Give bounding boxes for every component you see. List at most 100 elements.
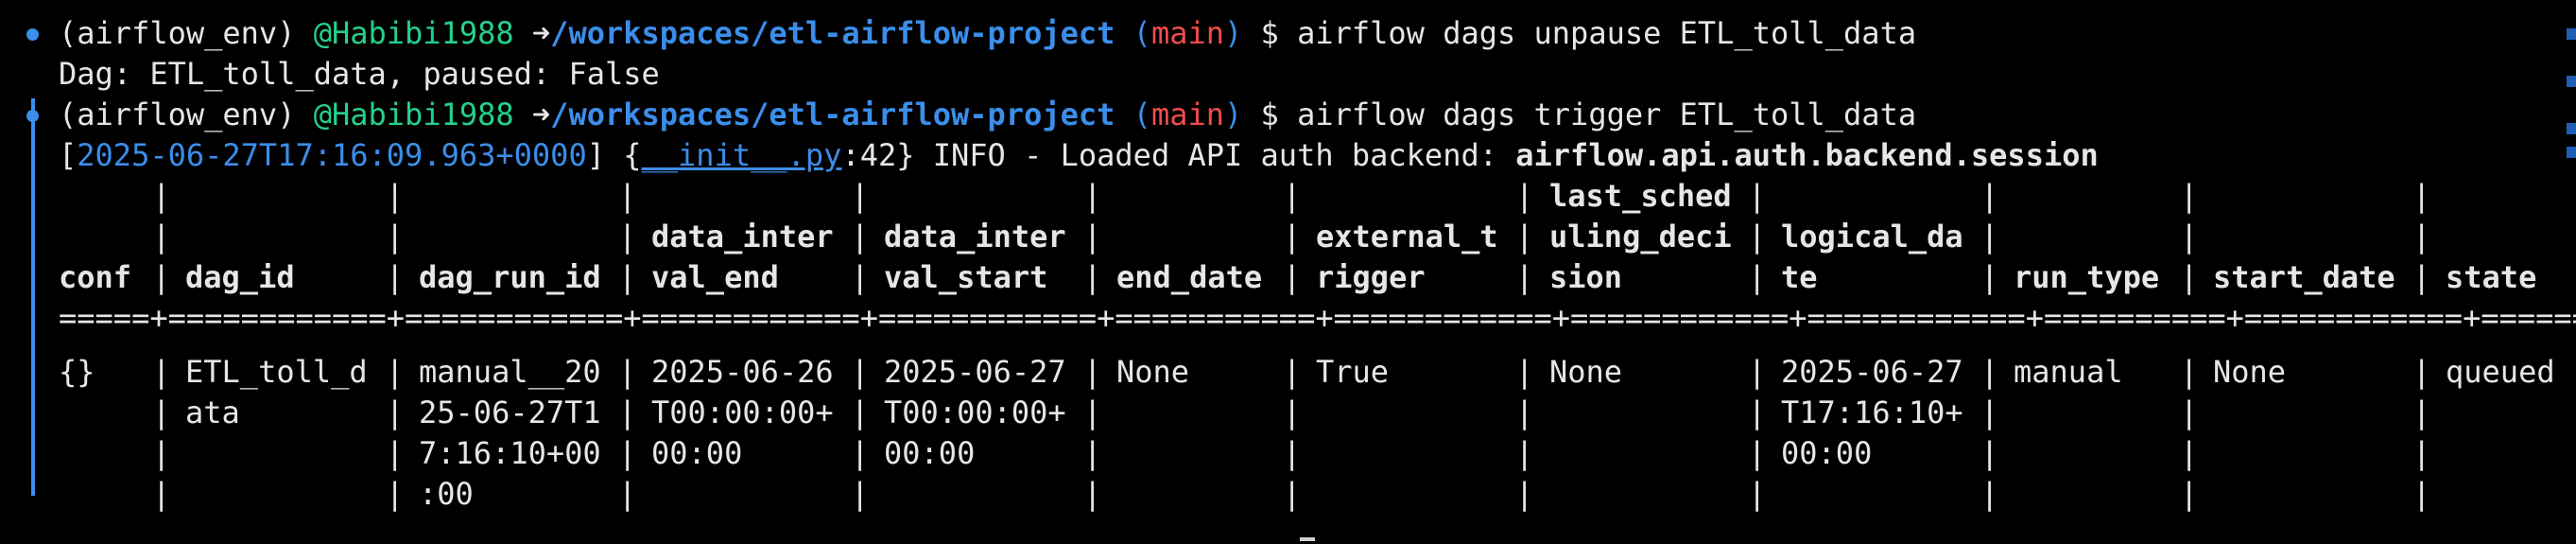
table-cell: 00:00 <box>884 435 976 471</box>
terminal-window[interactable]: (airflow_env) @Habibi1988 ➜/workspaces/e… <box>0 0 2576 544</box>
column-divider: | <box>1515 435 1534 471</box>
prompt-dollar: $ <box>1260 97 1279 132</box>
log-line: [2025-06-27T17:16:09.963+0000] {__init__… <box>59 135 2099 176</box>
column-divider: | <box>1083 219 1102 254</box>
column-divider: | <box>618 178 637 214</box>
column-divider: | <box>2180 354 2199 390</box>
column-divider: | <box>1748 476 1767 512</box>
prompt-line-1: (airflow_env) @Habibi1988 ➜/workspaces/e… <box>59 13 1916 54</box>
column-divider: | <box>152 354 171 390</box>
minimap-mark <box>2567 147 2576 158</box>
table-cell: ETL_toll_d <box>185 354 368 390</box>
prompt-user: @Habibi1988 <box>313 15 514 51</box>
column-divider: | <box>1515 395 1534 430</box>
column-divider: | <box>2180 395 2199 430</box>
column-divider: | <box>1748 435 1767 471</box>
table-cell: ata <box>185 395 240 430</box>
column-divider: | <box>1083 178 1102 214</box>
column-divider: | <box>2412 395 2431 430</box>
column-divider: | <box>2180 219 2199 254</box>
column-divider: | <box>152 259 171 295</box>
table-cell: T00:00:00+ <box>651 395 834 430</box>
column-divider: | <box>152 178 171 214</box>
prompt-env: (airflow_env) <box>59 15 296 51</box>
column-divider: | <box>618 476 637 512</box>
column-header: dag_run_id <box>419 259 601 295</box>
minimap-mark <box>2567 28 2576 40</box>
log-open-bracket: [ <box>59 137 78 173</box>
column-header: data_inter <box>884 219 1066 254</box>
command-gutter-bar <box>31 98 35 496</box>
prompt-dollar: $ <box>1260 15 1279 51</box>
column-divider: | <box>2412 435 2431 471</box>
log-file-link[interactable]: __init__.py <box>642 137 842 173</box>
minimap-mark <box>2567 123 2576 134</box>
column-divider: | <box>152 219 171 254</box>
table-cell: queued <box>2446 354 2555 390</box>
table-cell: T17:16:10+ <box>1781 395 1963 430</box>
column-divider: | <box>386 219 405 254</box>
log-line-no: :42} <box>841 137 915 173</box>
prompt-path: /workspaces/etl-airflow-project <box>550 97 1115 132</box>
column-header: rigger <box>1316 259 1426 295</box>
column-divider: | <box>152 435 171 471</box>
column-divider: | <box>386 435 405 471</box>
column-divider: | <box>386 178 405 214</box>
column-divider: | <box>1283 435 1302 471</box>
prompt-branch: main <box>1150 15 1224 51</box>
column-divider: | <box>152 395 171 430</box>
column-divider: | <box>2412 259 2431 295</box>
column-divider: | <box>1748 259 1767 295</box>
column-header: sion <box>1549 259 1623 295</box>
column-divider: | <box>2412 354 2431 390</box>
column-divider: | <box>618 219 637 254</box>
column-header: val_start <box>884 259 1048 295</box>
column-divider: | <box>1083 354 1102 390</box>
log-message: INFO - Loaded API auth backend: <box>932 137 1516 173</box>
log-brace-open: { <box>623 137 642 173</box>
prompt-line-2: (airflow_env) @Habibi1988 ➜/workspaces/e… <box>59 95 1916 135</box>
column-divider: | <box>618 259 637 295</box>
log-close-bracket: ] <box>586 137 605 173</box>
column-divider: | <box>1283 354 1302 390</box>
branch-open: ( <box>1132 15 1151 51</box>
column-divider: | <box>851 435 870 471</box>
column-divider: | <box>1748 219 1767 254</box>
column-divider: | <box>1283 476 1302 512</box>
column-divider: | <box>2180 476 2199 512</box>
column-header: val_end <box>651 259 779 295</box>
column-divider: | <box>618 395 637 430</box>
column-divider: | <box>1515 476 1534 512</box>
table-cell: None <box>1116 354 1190 390</box>
table-cell: 2025-06-27 <box>1781 354 1963 390</box>
column-header: external_t <box>1316 219 1498 254</box>
column-divider: | <box>386 259 405 295</box>
column-divider: | <box>1980 395 1999 430</box>
table-cell: None <box>2213 354 2287 390</box>
column-divider: | <box>1083 259 1102 295</box>
column-header: logical_da <box>1781 219 1963 254</box>
unpause-output: Dag: ETL_toll_data, paused: False <box>59 56 660 92</box>
column-divider: | <box>1283 259 1302 295</box>
column-header: state <box>2446 259 2537 295</box>
terminal-cursor <box>1300 537 1315 541</box>
column-header: dag_id <box>185 259 295 295</box>
column-divider: | <box>2412 476 2431 512</box>
command-status-dot <box>26 110 39 122</box>
prompt-env: (airflow_env) <box>59 97 296 132</box>
table-cell: 7:16:10+00 <box>419 435 601 471</box>
table-cell: {} <box>59 354 95 390</box>
header-separator: =====+============+============+========… <box>59 300 2576 336</box>
table-cell: 2025-06-26 <box>651 354 834 390</box>
scrollbar-minimap[interactable] <box>2565 0 2576 544</box>
column-divider: | <box>152 476 171 512</box>
column-divider: | <box>618 354 637 390</box>
column-divider: | <box>1980 354 1999 390</box>
column-header: start_date <box>2213 259 2395 295</box>
table-cell: None <box>1549 354 1623 390</box>
column-divider: | <box>2180 435 2199 471</box>
table-cell: manual__20 <box>419 354 601 390</box>
branch-close: ) <box>1224 97 1243 132</box>
column-divider: | <box>1083 476 1102 512</box>
column-divider: | <box>1515 219 1534 254</box>
